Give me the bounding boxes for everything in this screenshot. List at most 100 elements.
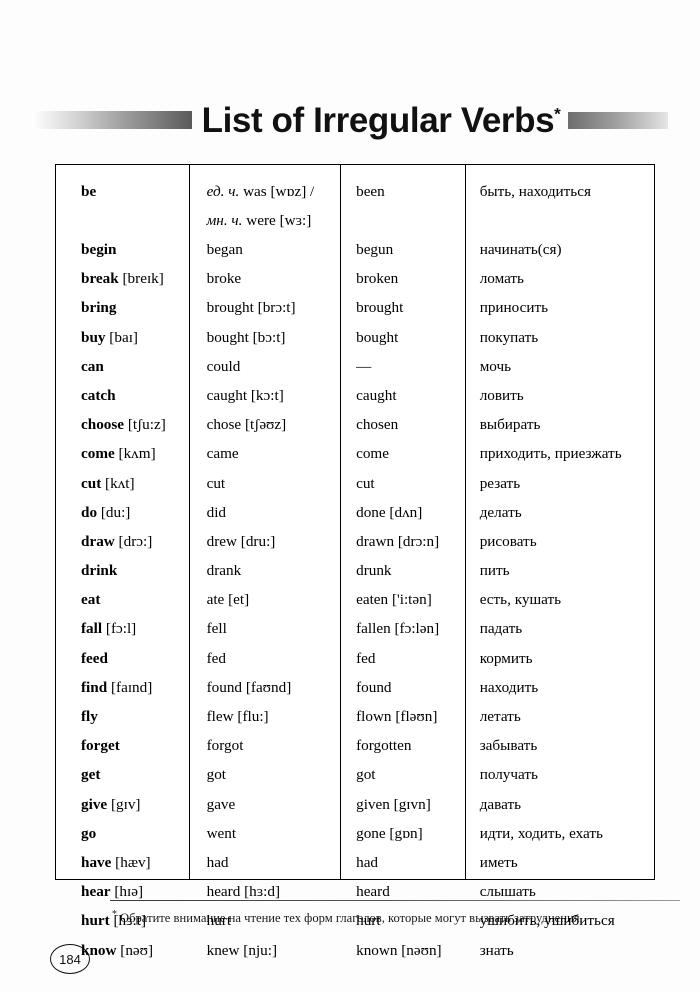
verb-translation-word: покупать (479, 328, 539, 346)
grammar-note: ед. ч. (206, 183, 240, 200)
verb-infinitive-word: hurt (81, 912, 110, 930)
verb-past-simple: drank (189, 556, 340, 585)
verb-past-simple: came (189, 439, 340, 468)
table-row: go went gone [gɒn] идти, ходить, ехать (56, 819, 654, 848)
verb-past-simple-word: knew (206, 941, 240, 959)
verb-past-simple-word: was [wɒz] / (239, 183, 315, 200)
verb-translation: ломать (464, 264, 654, 293)
verb-translation: покупать (464, 323, 654, 352)
verb-past-participle: heard (339, 877, 464, 906)
table-row: find [faɪnd] found [faʊnd] found находить (56, 673, 654, 702)
verb-infinitive: can (56, 352, 189, 381)
verb-translation: пить (464, 556, 654, 585)
table-row: choose [tʃu:z] chose [tʃəʊz] chosen выбират… (56, 410, 654, 439)
verb-infinitive-word: hear (81, 883, 111, 901)
verb-past-simple-transcription: [dru:] (236, 532, 276, 550)
verb-past-participle-transcription: [gɪvn] (389, 795, 431, 813)
verb-translation-word: приходить, приезжать (479, 445, 622, 463)
verb-infinitive-word: be (81, 183, 97, 200)
table-row: begin began begun начинать(ся) (56, 235, 654, 264)
verb-past-participle: fed (339, 644, 464, 673)
verb-past-participle-word: given (356, 795, 390, 813)
verb-past-simple-word: found (206, 678, 243, 696)
verb-past-simple-word: chose (206, 416, 242, 434)
verb-translation-word: приносить (479, 299, 549, 317)
verb-infinitive: buy [baɪ] (56, 323, 189, 352)
table-row: drink drank drunk пить (56, 556, 654, 585)
verb-past-simple-word: did (206, 503, 227, 521)
verb-past-participle-word: drawn (356, 532, 395, 550)
verb-translation-word: рисовать (479, 532, 537, 550)
verb-past-simple: drew [dru:] (189, 527, 340, 556)
verb-infinitive-word: go (81, 824, 97, 842)
verb-infinitive: fall [fɔ:l] (56, 614, 189, 643)
verb-infinitive: know [nəʊ] (56, 936, 189, 965)
verb-infinitive: begin (56, 235, 189, 264)
verb-infinitive: do [du:] (56, 498, 189, 527)
verb-past-simple-transcription: [bɔ:t] (248, 328, 286, 346)
verb-translation: выбирать (464, 410, 654, 439)
verb-translation: знать (464, 936, 654, 965)
verb-past-simple-word: heard (206, 883, 241, 901)
verb-past-participle-transcription: [fləʊn] (391, 708, 438, 725)
verb-infinitive-word: come (81, 445, 115, 463)
verb-past-simple-word: drank (206, 562, 242, 580)
verb-past-simple-word: bought (206, 328, 249, 346)
verb-infinitive: find [faɪnd] (56, 673, 189, 702)
verb-past-simple-word: were [wɜ:] (242, 212, 312, 229)
verb-past-participle: bought (339, 323, 464, 352)
verb-infinitive-word: eat (81, 591, 101, 609)
page-title: List of Irregular Verbs* (202, 103, 561, 138)
verb-infinitive: come [kʌm] (56, 439, 189, 468)
verb-past-participle: forgotten (339, 731, 464, 760)
verb-past-participle: come (339, 439, 464, 468)
verb-past-participle-word: forgotten (356, 737, 412, 755)
verb-past-participle-transcription: ['i:tən] (388, 591, 432, 609)
verb-translation-word: выбирать (479, 416, 541, 434)
verb-past-simple: forgot (189, 731, 340, 760)
verb-past-simple: broke (189, 264, 340, 293)
verb-translation-word: падать (479, 620, 523, 638)
verb-past-simple-word: had (206, 853, 229, 871)
verb-translation: падать (464, 614, 654, 643)
verb-past-participle-transcription: [drɔ:n] (394, 532, 440, 550)
verb-infinitive-word: do (81, 503, 98, 521)
verb-infinitive-word: feed (81, 649, 108, 667)
verb-infinitive-transcription: [faɪnd] (107, 678, 153, 696)
verb-translation: рисовать (464, 527, 654, 556)
verb-past-simple-transcription: [flu:] (233, 708, 269, 725)
verb-past-participle-word: broken (356, 270, 399, 288)
table-row: hear [hɪə] heard [hɜ:d] heard слышать (56, 877, 654, 906)
verb-past-simple: had (189, 848, 340, 877)
table-row: buy [baɪ] bought [bɔ:t] bought покупать (56, 323, 654, 352)
verb-infinitive: give [gɪv] (56, 790, 189, 819)
verb-past-participle-word: fallen (356, 620, 391, 638)
verb-infinitive-transcription: [hæv] (111, 853, 151, 871)
verb-past-participle-word: found (356, 678, 392, 696)
verb-past-simple-word: began (206, 241, 243, 258)
verb-past-simple: gave (189, 790, 340, 819)
table-row: feed fed fed кормить (56, 644, 654, 673)
verb-past-participle: brought (339, 293, 464, 322)
verb-past-simple: began (189, 235, 340, 264)
verb-past-participle-word: begun (356, 241, 394, 258)
verb-past-simple-transcription: [hɜ:d] (240, 883, 281, 901)
table-row: fall [fɔ:l] fell fallen [fɔ:lən] падать (56, 614, 654, 643)
verb-past-participle: drawn [drɔ:n] (339, 527, 464, 556)
verb-infinitive-word: catch (81, 386, 116, 404)
table-row: have [hæv] had had иметь (56, 848, 654, 877)
verb-translation-word: начинать(ся) (479, 241, 562, 258)
verb-translation-word: быть, находиться (479, 183, 591, 200)
verb-past-participle-word: known (356, 941, 398, 959)
table-row: give [gɪv] gave given [gɪvn] давать (56, 790, 654, 819)
verb-past-simple: brought [brɔ:t] (189, 293, 340, 322)
verb-past-participle-word: hurt (356, 912, 381, 930)
verb-past-simple-word: broke (206, 270, 242, 288)
verb-translation: приходить, приезжать (464, 439, 654, 468)
verb-past-simple-word: came (206, 445, 239, 463)
verb-past-simple: caught [kɔ:t] (189, 381, 340, 410)
grammar-note: мн. ч. (206, 212, 243, 229)
verb-past-participle: gone [gɒn] (339, 819, 464, 848)
verb-infinitive-word: know (81, 941, 117, 959)
verb-infinitive: hurt [hɜ:t] (56, 906, 189, 935)
